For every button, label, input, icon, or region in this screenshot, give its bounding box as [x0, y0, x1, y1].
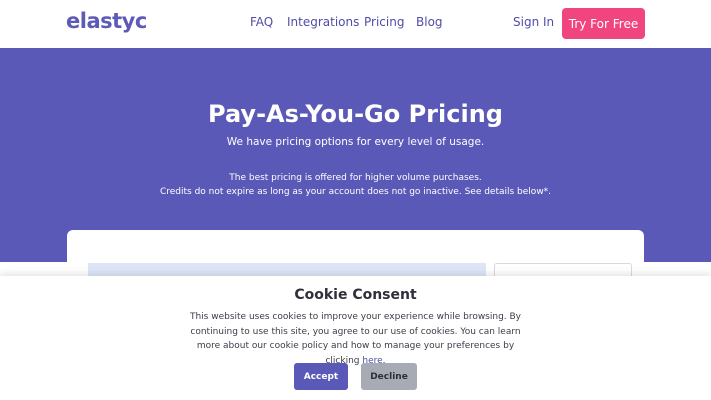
logo[interactable]: elastyc — [66, 9, 147, 33]
cookie-consent-banner: Cookie Consent This website uses cookies… — [0, 276, 711, 400]
hero-subtitle: We have pricing options for every level … — [226, 136, 485, 148]
sign-in-link[interactable]: Sign In — [513, 15, 554, 29]
page-title: Pay-As-You-Go Pricing — [208, 100, 503, 128]
nav-link-faq[interactable]: FAQ — [250, 15, 273, 29]
cookie-message: This website uses cookies to improve you… — [189, 312, 522, 366]
cookie-text: This website uses cookies to improve you… — [189, 312, 522, 366]
cookie-title: Cookie Consent — [294, 287, 417, 303]
nav-link-blog[interactable]: Blog — [416, 15, 443, 29]
hero-note-line1: The best pricing is offered for higher v… — [229, 173, 482, 183]
decline-button[interactable]: Decline — [361, 363, 417, 390]
nav-link-pricing[interactable]: Pricing — [364, 15, 404, 29]
top-navbar: elastyc FAQ Integrations Pricing Blog Si… — [0, 0, 711, 48]
nav-link-integrations[interactable]: Integrations — [287, 15, 359, 29]
accept-button[interactable]: Accept — [294, 363, 348, 390]
hero-note-line2: Credits do not expire as long as your ac… — [159, 187, 552, 197]
try-for-free-button[interactable]: Try For Free — [562, 8, 645, 39]
